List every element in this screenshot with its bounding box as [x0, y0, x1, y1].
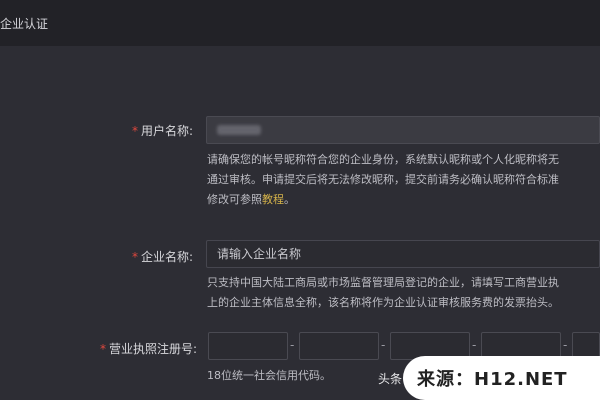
company-name-input[interactable]: 请输入企业名称: [206, 240, 600, 268]
required-marker: *: [132, 250, 138, 264]
username-label: * 用户名称:: [132, 124, 194, 138]
license-separator: -: [381, 338, 386, 352]
redacted-username: [217, 125, 261, 135]
license-separator: -: [563, 338, 568, 352]
top-bar: 企业认证: [0, 0, 600, 47]
license-label: * 营业执照注册号:: [100, 342, 198, 356]
required-marker: *: [132, 124, 138, 138]
username-hint: 请确保您的帐号昵称符合您的企业身份，系统默认昵称或个人化昵称将无 通过审核。申请…: [207, 153, 559, 206]
username-field[interactable]: [206, 116, 600, 144]
page-title: 企业认证: [0, 17, 49, 31]
license-segment-2[interactable]: [299, 332, 379, 360]
required-marker: *: [100, 342, 106, 356]
license-segment-1[interactable]: [208, 332, 288, 360]
tutorial-link[interactable]: 教程: [262, 193, 284, 206]
company-hint: 只支持中国大陆工商局或市场监督管理局登记的企业，请填写工商营业执 上的企业主体信…: [207, 276, 559, 309]
company-label: * 企业名称:: [132, 250, 194, 264]
license-hint: 18位统一社会信用代码。: [207, 369, 331, 382]
source-watermark: 来源：H12.NET: [403, 356, 600, 400]
license-separator: -: [472, 338, 477, 352]
license-separator: -: [290, 338, 295, 352]
